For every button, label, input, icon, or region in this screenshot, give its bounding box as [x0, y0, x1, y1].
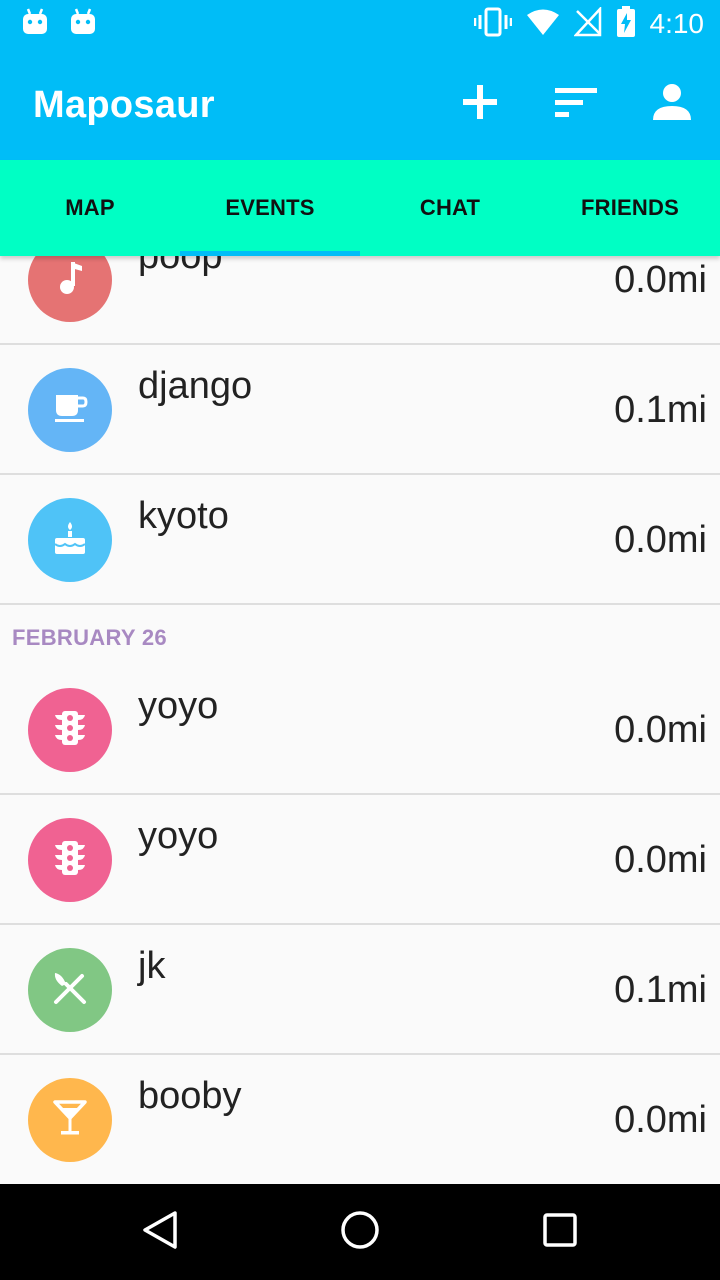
- profile-button[interactable]: [624, 48, 720, 160]
- event-distance: 0.0mi: [614, 519, 707, 561]
- event-avatar: [28, 256, 112, 322]
- tab-events[interactable]: EVENTS: [180, 160, 360, 256]
- sort-button[interactable]: [528, 48, 624, 160]
- home-button[interactable]: [336, 1208, 384, 1256]
- event-avatar: [28, 498, 112, 582]
- app-bar: Maposaur: [0, 48, 720, 160]
- date-section-header: FEBRUARY 26: [0, 605, 720, 665]
- event-name: poop: [138, 256, 223, 277]
- event-avatar: [28, 1078, 112, 1162]
- traffic-light-icon: [54, 840, 86, 881]
- android-notification-icon: [70, 8, 96, 41]
- event-list[interactable]: poop 0.0mi django 0.1mi kyoto 0.0mi FEBR…: [0, 256, 720, 1184]
- android-notification-icon: [22, 8, 48, 41]
- event-row[interactable]: jk 0.1mi: [0, 925, 720, 1055]
- event-avatar: [28, 818, 112, 902]
- system-nav-bar: [0, 1184, 720, 1280]
- event-avatar: [28, 368, 112, 452]
- person-icon: [652, 83, 692, 126]
- tab-bar: MAP EVENTS CHAT FRIENDS: [0, 160, 720, 256]
- cocktail-icon: [53, 1099, 87, 1141]
- event-name: jk: [138, 945, 166, 987]
- event-avatar: [28, 688, 112, 772]
- home-circle-icon: [340, 1210, 380, 1255]
- music-note-icon: [55, 260, 85, 301]
- section-date-label: FEBRUARY 26: [12, 625, 167, 650]
- event-name: yoyo: [138, 815, 219, 857]
- event-row[interactable]: poop 0.0mi: [0, 256, 720, 345]
- wifi-icon: [526, 8, 560, 41]
- event-name: kyoto: [138, 495, 229, 537]
- recents-button[interactable]: [536, 1208, 584, 1256]
- event-name: django: [138, 365, 253, 407]
- status-bar: 4:10: [0, 0, 720, 48]
- event-row[interactable]: kyoto 0.0mi: [0, 475, 720, 605]
- app-title: Maposaur: [33, 84, 215, 126]
- vibrate-icon: [473, 6, 512, 43]
- tab-map[interactable]: MAP: [0, 160, 180, 256]
- battery-charging-icon: [616, 5, 636, 43]
- tab-friends[interactable]: FRIENDS: [540, 160, 720, 256]
- back-triangle-icon: [142, 1210, 178, 1254]
- event-name: booby: [138, 1075, 242, 1117]
- birthday-cake-icon: [52, 520, 88, 561]
- event-avatar: [28, 948, 112, 1032]
- add-event-button[interactable]: [432, 48, 528, 160]
- event-distance: 0.1mi: [614, 969, 707, 1011]
- event-distance: 0.0mi: [614, 259, 707, 301]
- sort-icon: [555, 86, 597, 123]
- event-row[interactable]: booby 0.0mi: [0, 1055, 720, 1184]
- event-distance: 0.0mi: [614, 839, 707, 881]
- back-button[interactable]: [136, 1208, 184, 1256]
- event-distance: 0.0mi: [614, 709, 707, 751]
- recents-square-icon: [543, 1212, 577, 1252]
- utensils-icon: [52, 970, 88, 1011]
- plus-icon: [462, 84, 498, 125]
- no-signal-icon: [572, 5, 602, 42]
- event-row[interactable]: django 0.1mi: [0, 345, 720, 475]
- event-row[interactable]: yoyo 0.0mi: [0, 795, 720, 925]
- tab-chat[interactable]: CHAT: [360, 160, 540, 256]
- event-row[interactable]: yoyo 0.0mi: [0, 665, 720, 795]
- coffee-cup-icon: [52, 392, 88, 429]
- traffic-light-icon: [54, 710, 86, 751]
- event-distance: 0.1mi: [614, 389, 707, 431]
- status-time: 4:10: [649, 8, 705, 39]
- event-name: yoyo: [138, 685, 219, 727]
- event-distance: 0.0mi: [614, 1099, 707, 1141]
